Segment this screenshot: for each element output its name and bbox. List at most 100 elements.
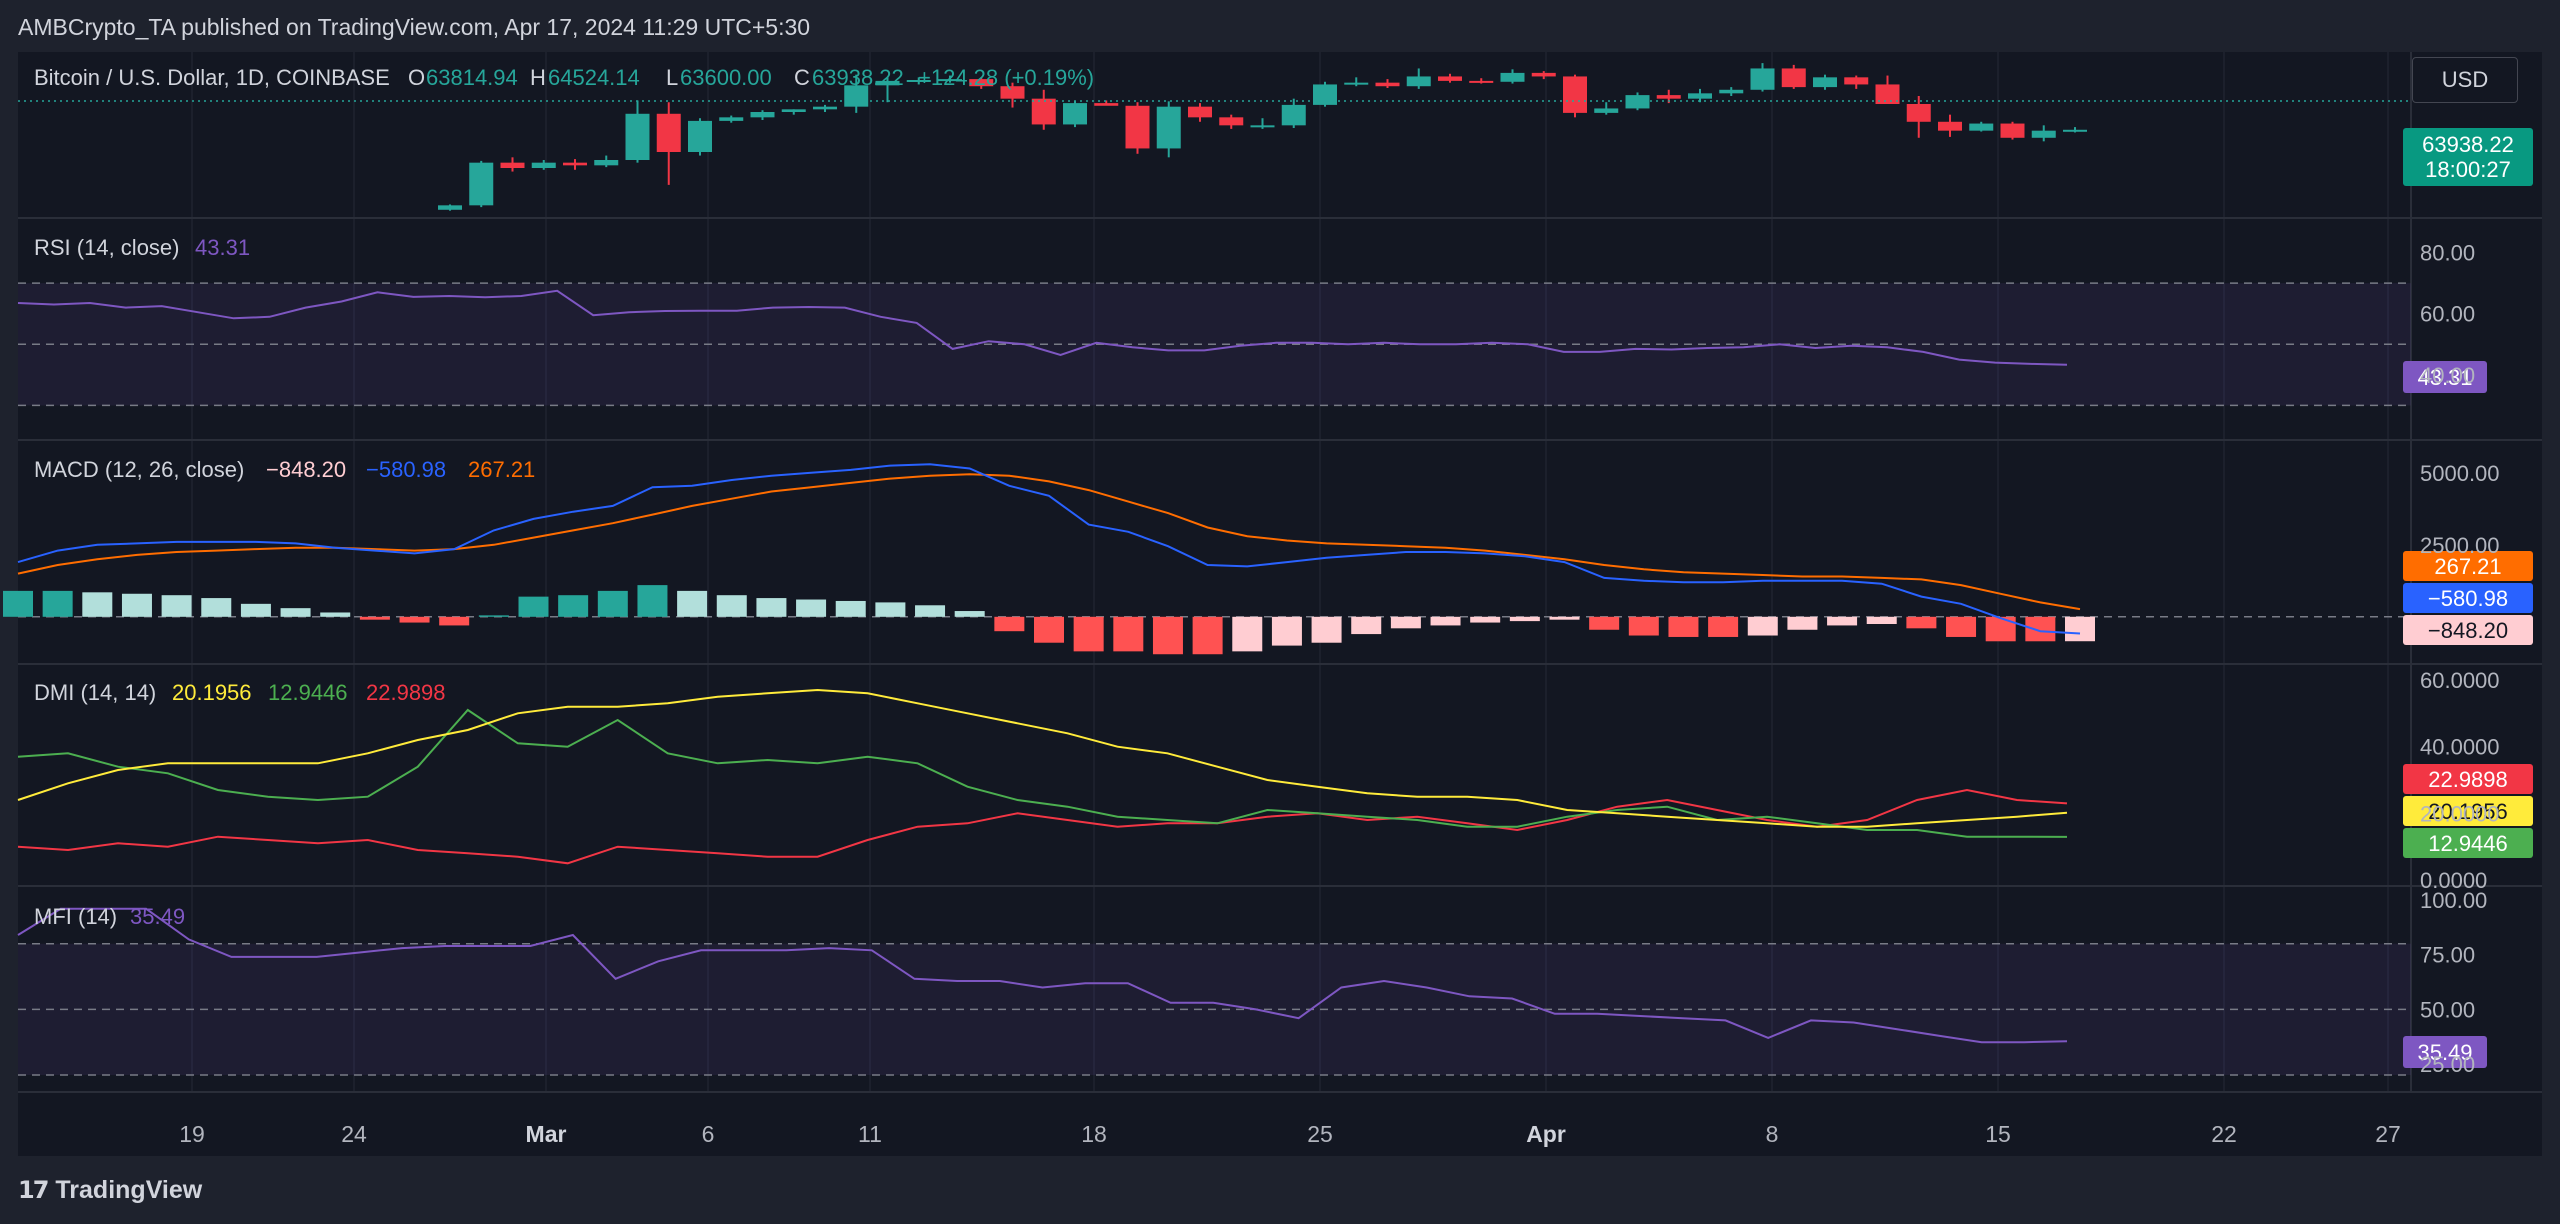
ohlc-l-label: L	[666, 65, 678, 90]
macd-histogram-bar	[637, 585, 668, 617]
macd-histogram-bar	[1152, 616, 1183, 655]
macd-histogram-bar	[42, 590, 73, 617]
macd-histogram-bar	[1271, 616, 1302, 646]
macd-histogram-bar	[1509, 616, 1540, 622]
macd-histogram-bar	[201, 598, 232, 617]
y-tick-label: 40.0000	[2420, 735, 2500, 760]
x-tick-label: 18	[1081, 1121, 1107, 1147]
macd-histogram-bar	[1985, 616, 2016, 642]
x-tick-label: 6	[702, 1121, 715, 1147]
candle-body	[1625, 95, 1650, 109]
candle-body	[781, 109, 806, 112]
y-tick-label: 40.00	[2420, 363, 2475, 388]
candle-body	[1969, 123, 1994, 131]
candle-body	[1938, 121, 1962, 131]
currency-selector[interactable]: USD	[2412, 57, 2518, 103]
macd-histogram-bar	[161, 595, 192, 617]
dmi-legend-title: DMI (14, 14)	[34, 680, 156, 705]
ohlc-open: 63814.94	[426, 65, 518, 90]
candle-body	[1125, 105, 1150, 149]
dmi-axis-minus: 22.9898	[2428, 767, 2508, 792]
dmi-legend-minus: 22.9898	[366, 680, 446, 705]
macd-legend-signal: 267.21	[468, 457, 535, 482]
candle-body	[1531, 72, 1556, 77]
candle-body	[531, 162, 556, 168]
x-tick-label: 19	[179, 1121, 205, 1147]
macd-histogram-bar	[994, 616, 1025, 632]
macd-histogram-bar	[1073, 616, 1104, 652]
macd-histogram-bar	[597, 590, 628, 617]
ohlc-h-label: H	[530, 65, 546, 90]
candle-body	[656, 113, 681, 152]
x-tick-label: 15	[1985, 1121, 2011, 1147]
candle-body	[1844, 77, 1869, 85]
candle-body	[438, 205, 462, 210]
candle-body	[1781, 68, 1806, 88]
candle-body	[594, 160, 619, 166]
dmi-legend-plus: 12.9446	[268, 680, 348, 705]
macd-histogram-bar	[82, 592, 113, 617]
rsi-legend-title: RSI (14, close)	[34, 235, 180, 260]
candle-body	[1563, 76, 1587, 113]
macd-histogram-bar	[518, 596, 549, 617]
ohlc-high: 64524.14	[548, 65, 640, 90]
macd-histogram-bar	[1827, 616, 1858, 626]
y-tick-label: 60.0000	[2420, 668, 2500, 693]
candle-body	[2031, 130, 2056, 138]
tradingview-logo-icon: 𝟭𝟳	[18, 1177, 49, 1204]
macd-histogram-bar	[954, 611, 985, 617]
candle-body	[469, 162, 494, 206]
macd-histogram-bar	[1390, 616, 1421, 629]
macd-histogram-bar	[677, 590, 708, 617]
candle-body	[1438, 76, 1462, 81]
macd-value-labels: 267.21 −580.98 −848.20	[2403, 551, 2533, 645]
macd-legend-hist: −848.20	[266, 457, 346, 482]
dmi-axis-plus: 12.9446	[2428, 831, 2508, 856]
macd-axis-hist: −848.20	[2428, 618, 2508, 643]
macd-histogram-bar	[1113, 616, 1144, 652]
bar-countdown: 18:00:27	[2425, 157, 2511, 182]
macd-histogram-bar	[1232, 616, 1263, 652]
y-tick-label: 75.00	[2420, 943, 2475, 968]
macd-histogram-bar	[359, 616, 390, 620]
x-tick-label: 11	[858, 1121, 882, 1147]
macd-histogram-bar	[1668, 616, 1699, 637]
candle-body	[1063, 103, 1087, 125]
candle-body	[1219, 117, 1244, 126]
last-price-value: 63938.22	[2422, 132, 2514, 157]
candle-body	[2000, 123, 2025, 138]
macd-histogram-bar	[240, 603, 271, 617]
candle-body	[1313, 84, 1337, 105]
mfi-legend-title: MFI (14)	[34, 904, 117, 929]
rsi-legend-value: 43.31	[195, 235, 250, 260]
candle-body	[1656, 95, 1681, 99]
candle-body	[563, 162, 587, 166]
tradingview-brand[interactable]: 𝟭𝟳 TradingView	[18, 1176, 202, 1205]
candle-body	[1594, 108, 1619, 113]
chart-canvas[interactable]: Bitcoin / U.S. Dollar, 1D, COINBASE O 63…	[0, 0, 2560, 1224]
candle-body	[2063, 129, 2087, 132]
ohlc-o-label: O	[408, 65, 425, 90]
macd-histogram-bar	[1589, 616, 1620, 630]
y-tick-label: 2500.00	[2420, 533, 2500, 558]
candle-body	[1469, 80, 1494, 83]
macd-histogram-bar	[1311, 616, 1342, 643]
macd-histogram-bar	[1430, 616, 1461, 626]
candle-body	[500, 162, 525, 168]
macd-histogram-bar	[1906, 616, 1937, 629]
rsi-pane[interactable]	[17, 282, 2411, 407]
candle-body	[1094, 103, 1119, 106]
macd-histogram-bar	[1747, 616, 1778, 636]
y-tick-label: 100.00	[2420, 888, 2487, 913]
ohlc-change: +124.28 (+0.19%)	[918, 65, 1094, 90]
y-tick-label: 25.00	[2420, 1052, 2475, 1077]
candle-body	[625, 113, 650, 160]
x-tick-label: 25	[1307, 1121, 1333, 1147]
candle-body	[1344, 82, 1369, 85]
macd-histogram-bar	[478, 615, 509, 617]
ohlc-c-label: C	[794, 65, 810, 90]
macd-histogram-bar	[1628, 616, 1659, 636]
macd-histogram-bar	[716, 595, 747, 617]
price-legend-title: Bitcoin / U.S. Dollar, 1D, COINBASE	[34, 65, 390, 90]
y-tick-label: 60.00	[2420, 302, 2475, 327]
